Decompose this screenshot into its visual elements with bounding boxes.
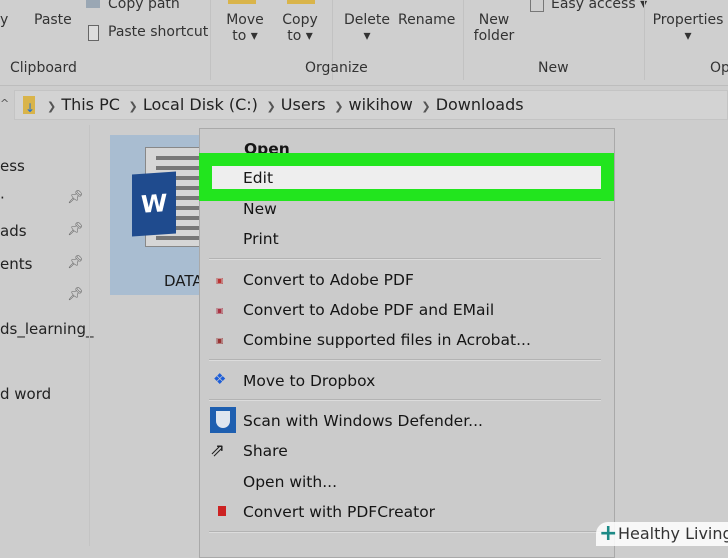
properties-button[interactable]: Properties ▾ [652, 12, 724, 44]
up-arrow-icon[interactable]: ^ [0, 97, 9, 110]
adobe-pdf-icon: ▣ [216, 276, 224, 285]
nav-item[interactable]: d word [0, 385, 51, 403]
copy-to-icon [287, 0, 315, 4]
nav-item[interactable]: ess [0, 157, 25, 175]
share-icon: ⇗ [210, 440, 226, 461]
group-organize: Organize [305, 60, 368, 76]
pin-icon[interactable]: 📌︎ [67, 190, 84, 205]
word-logo-icon: W [132, 171, 176, 237]
menu-item-pdfcreator[interactable]: Convert with PDFCreator [243, 503, 435, 521]
breadcrumb: ❯ This PC ❯ Local Disk (C:) ❯ Users ❯ wi… [47, 95, 524, 114]
crumb-downloads[interactable]: Downloads [436, 95, 524, 114]
menu-item-scan-defender[interactable]: Scan with Windows Defender... [243, 412, 483, 430]
move-to-button[interactable]: Move to ▾ [225, 12, 265, 44]
menu-item-new[interactable]: New [243, 200, 277, 218]
checkbox-icon [530, 0, 544, 12]
pin-icon[interactable]: 📌︎ [67, 255, 84, 270]
plus-logo-icon: + [599, 521, 618, 546]
menu-item-convert-pdf[interactable]: Convert to Adobe PDF [243, 271, 414, 289]
easy-access-button[interactable]: Easy access ▾ [551, 0, 647, 12]
file-name: DATA [164, 272, 203, 290]
move-to-icon [228, 0, 256, 4]
file-item-data[interactable]: W DATA [110, 135, 205, 295]
menu-separator [209, 531, 601, 533]
crumb-users[interactable]: Users [281, 95, 326, 114]
rename-button[interactable]: Rename [398, 12, 455, 28]
pdfcreator-icon [218, 506, 226, 516]
nav-item[interactable]: ads [0, 222, 27, 240]
watermark-text: Healthy Living [618, 524, 728, 543]
group-open: Op [710, 60, 728, 76]
crumb-this-pc[interactable]: This PC [61, 95, 120, 114]
menu-item-print[interactable]: Print [243, 230, 279, 248]
nav-item[interactable]: ents [0, 255, 32, 273]
crumb-wikihow[interactable]: wikihow [349, 95, 413, 114]
pin-icon[interactable]: 📌︎ [67, 287, 84, 302]
paste-shortcut-icon [88, 25, 99, 41]
windows-defender-icon [210, 407, 236, 433]
pin-icon[interactable]: 📌︎ [67, 222, 84, 237]
menu-separator [209, 258, 601, 260]
nav-item[interactable]: · [0, 189, 5, 207]
menu-item-share[interactable]: Share [243, 442, 288, 460]
ribbon: y Paste Copy path Paste shortcut Move to … [0, 0, 728, 86]
paste-shortcut-button[interactable]: Paste shortcut [108, 24, 208, 40]
dropbox-icon: ❖ [213, 370, 227, 388]
copy-to-button[interactable]: Copy to ▾ [280, 12, 320, 44]
menu-item-open-with[interactable]: Open with... [243, 473, 337, 491]
group-clipboard: Clipboard [10, 60, 77, 76]
menu-item-convert-pdf-email[interactable]: Convert to Adobe PDF and EMail [243, 301, 494, 319]
menu-item-combine-acrobat[interactable]: Combine supported files in Acrobat... [243, 331, 531, 349]
paste-button[interactable]: Paste [34, 12, 72, 28]
menu-separator [209, 399, 601, 401]
group-new: New [538, 60, 569, 76]
acrobat-combine-icon: ▣ [216, 336, 224, 345]
delete-button[interactable]: Delete ▾ [342, 12, 392, 44]
copy-path-icon [86, 0, 100, 8]
watermark: + Healthy Living [596, 521, 728, 546]
nav-item[interactable]: ds_learning_ [0, 320, 94, 338]
adobe-pdf-email-icon: ▣ [216, 306, 224, 315]
crumb-local-disk[interactable]: Local Disk (C:) [143, 95, 258, 114]
copy-button[interactable]: y [0, 12, 8, 28]
menu-item-move-dropbox[interactable]: Move to Dropbox [243, 372, 375, 390]
menu-item-edit[interactable]: Edit [243, 169, 273, 187]
new-folder-button[interactable]: New folder [470, 12, 518, 44]
downloads-folder-icon: ↓ [23, 96, 35, 115]
menu-separator [209, 359, 601, 361]
copy-path-button[interactable]: Copy path [108, 0, 180, 12]
address-bar[interactable]: ↓ ❯ This PC ❯ Local Disk (C:) ❯ Users ❯ … [14, 90, 728, 120]
